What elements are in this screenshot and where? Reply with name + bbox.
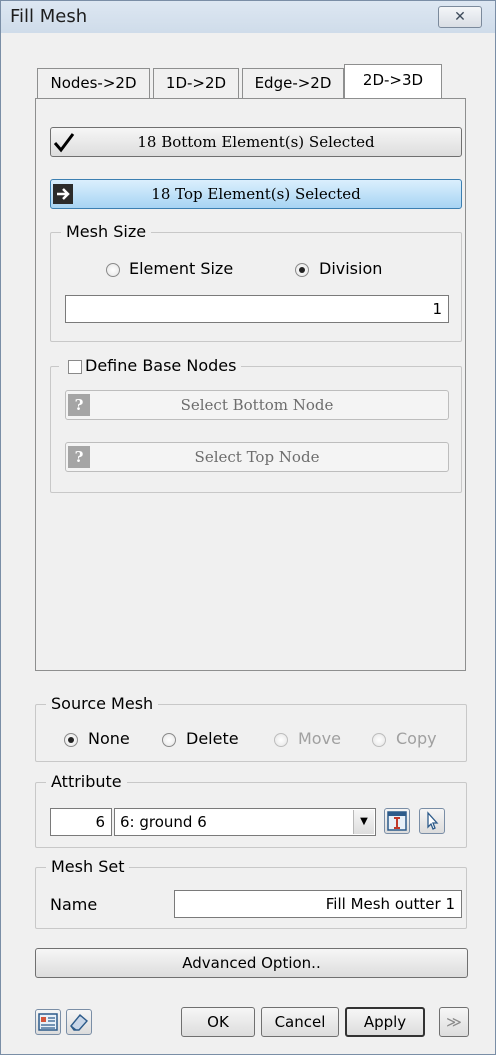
radio-division[interactable] xyxy=(295,263,309,277)
mesh-size-label: Mesh Size xyxy=(61,222,152,241)
tab-label: Nodes->2D xyxy=(50,74,137,92)
attribute-selected-value: 6: ground 6 xyxy=(120,813,207,831)
select-bottom-node-label: Select Bottom Node xyxy=(180,396,334,414)
radio-source-copy[interactable] xyxy=(372,733,386,747)
report-button[interactable] xyxy=(35,1009,61,1035)
title-bar: Fill Mesh ✕ xyxy=(1,1,495,33)
attribute-table-button[interactable] xyxy=(384,808,410,834)
dropdown-arrow-icon[interactable]: ▼ xyxy=(353,810,374,834)
checkmark-icon xyxy=(53,133,75,153)
tab-label: 1D->2D xyxy=(165,74,227,92)
question-mark-icon: ? xyxy=(68,394,90,416)
mesh-set-name-input[interactable]: Fill Mesh outter 1 xyxy=(174,890,462,918)
apply-button[interactable]: Apply xyxy=(345,1007,425,1037)
source-mesh-group: Source Mesh None Delete Move Copy xyxy=(35,694,467,762)
table-icon xyxy=(387,811,407,831)
select-top-node-button[interactable]: ? Select Top Node xyxy=(65,442,449,472)
source-copy-label: Copy xyxy=(396,729,437,748)
attribute-pick-button[interactable] xyxy=(419,808,445,834)
eraser-icon xyxy=(70,1014,88,1031)
arrow-right-icon xyxy=(53,184,73,204)
tab-edge-2d[interactable]: Edge->2D xyxy=(242,68,344,98)
mesh-set-group: Mesh Set Name Fill Mesh outter 1 xyxy=(35,857,467,929)
radio-source-move[interactable] xyxy=(274,733,288,747)
tab-label: 2D->3D xyxy=(362,71,424,89)
cancel-button[interactable]: Cancel xyxy=(261,1007,339,1037)
select-bottom-label: 18 Bottom Element(s) Selected xyxy=(137,133,375,151)
base-nodes-group: Define Base Nodes ? Select Bottom Node ?… xyxy=(50,356,462,493)
select-top-node-label: Select Top Node xyxy=(194,448,320,466)
radio-element-size[interactable] xyxy=(106,263,120,277)
source-none-label: None xyxy=(88,729,130,748)
define-base-nodes-checkbox[interactable] xyxy=(68,360,82,374)
mesh-set-name-label: Name xyxy=(50,895,98,914)
source-delete-label: Delete xyxy=(186,729,239,748)
division-label: Division xyxy=(319,259,383,278)
advanced-option-button[interactable]: Advanced Option.. xyxy=(35,948,468,978)
report-icon xyxy=(38,1013,58,1031)
tab-label: Edge->2D xyxy=(254,74,332,92)
attribute-select[interactable]: 6: ground 6 ▼ xyxy=(114,808,376,836)
source-move-label: Move xyxy=(298,729,341,748)
expand-button[interactable]: ≫ xyxy=(439,1007,469,1037)
tab-2d-3d[interactable]: 2D->3D xyxy=(344,64,442,99)
tab-1d-2d[interactable]: 1D->2D xyxy=(153,68,239,98)
ok-button[interactable]: OK xyxy=(181,1007,255,1037)
close-button[interactable]: ✕ xyxy=(438,6,482,28)
division-input[interactable]: 1 xyxy=(65,295,449,323)
select-bottom-elements-button[interactable]: 18 Bottom Element(s) Selected xyxy=(50,127,462,157)
window-title: Fill Mesh xyxy=(10,6,88,27)
cursor-pointer-icon xyxy=(427,811,439,830)
tab-nodes-2d[interactable]: Nodes->2D xyxy=(37,68,150,98)
define-base-nodes-label: Define Base Nodes xyxy=(59,356,242,375)
radio-source-none[interactable] xyxy=(64,733,78,747)
attribute-group: Attribute 6 6: ground 6 ▼ xyxy=(35,772,467,848)
double-chevron-right-icon: ≫ xyxy=(446,1013,462,1031)
fill-mesh-dialog: Fill Mesh ✕ Nodes->2D 1D->2D Edge->2D 2D… xyxy=(0,0,496,1055)
mesh-set-label: Mesh Set xyxy=(46,857,130,876)
select-top-label: 18 Top Element(s) Selected xyxy=(151,185,361,203)
mesh-size-group: Mesh Size Element Size Division 1 xyxy=(50,222,462,342)
element-size-label: Element Size xyxy=(129,259,234,278)
select-bottom-node-button[interactable]: ? Select Bottom Node xyxy=(65,390,449,420)
tab-panel-2d-3d: 18 Bottom Element(s) Selected 18 Top Ele… xyxy=(35,98,466,671)
question-mark-icon: ? xyxy=(68,446,90,468)
eraser-button[interactable] xyxy=(66,1009,92,1035)
attribute-label: Attribute xyxy=(46,772,127,791)
source-mesh-label: Source Mesh xyxy=(46,694,159,713)
close-icon: ✕ xyxy=(454,9,466,25)
radio-source-delete[interactable] xyxy=(162,733,176,747)
attribute-id-input[interactable]: 6 xyxy=(50,808,112,836)
select-top-elements-button[interactable]: 18 Top Element(s) Selected xyxy=(50,179,462,209)
